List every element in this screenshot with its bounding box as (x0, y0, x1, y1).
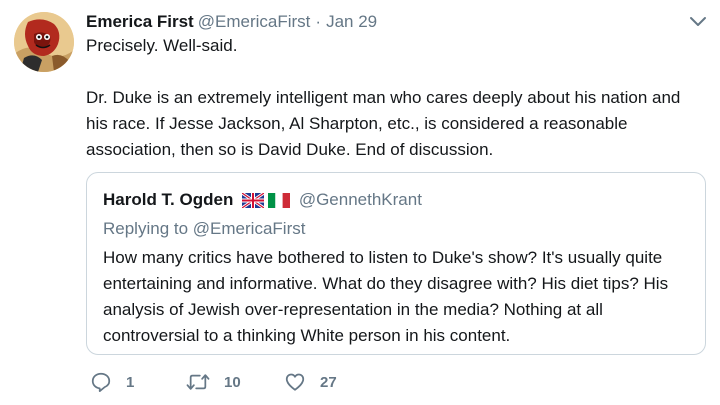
like-count: 27 (320, 373, 337, 391)
quoted-tweet-text: How many critics have bothered to listen… (103, 248, 669, 345)
tweet: Emerica First @EmericaFirst · Jan 29 Precis… (0, 0, 720, 405)
author-display-name[interactable]: Emerica First (86, 12, 194, 31)
quoted-display-name: Harold T. Ogden (103, 190, 234, 209)
replying-to-mention[interactable]: @EmericaFirst (193, 219, 306, 238)
chevron-down-icon[interactable] (688, 14, 708, 30)
retweet-icon (186, 374, 210, 390)
tweet-text-paragraph: Dr. Duke is an extremely intelligent man… (86, 88, 681, 159)
tweet-text-paragraph: Precisely. Well-said. (86, 36, 238, 55)
avatar[interactable] (14, 12, 74, 72)
tweet-date[interactable]: Jan 29 (326, 12, 377, 31)
heart-icon (285, 373, 305, 391)
like-button[interactable]: 27 (284, 370, 337, 394)
retweet-button[interactable]: 10 (186, 370, 241, 394)
italy-flag-icon (268, 193, 291, 208)
quoted-tweet[interactable]: Harold T. Ogden @GennethKrant Replying t… (86, 172, 706, 355)
quoted-handle: @GennethKrant (298, 190, 422, 209)
reply-count: 1 (126, 373, 135, 391)
tweet-text: Precisely. Well-said. Dr. Duke is an ext… (86, 33, 701, 163)
uk-flag-icon (242, 193, 265, 208)
reply-button[interactable]: 1 (90, 370, 134, 394)
reply-icon (91, 372, 111, 393)
replying-to: Replying to @EmericaFirst (103, 218, 305, 240)
separator-dot: · (315, 12, 322, 31)
retweet-count: 10 (224, 373, 241, 391)
quoted-tweet-header: Harold T. Ogden @GennethKrant (103, 189, 422, 211)
tweet-header: Emerica First @EmericaFirst · Jan 29 (86, 12, 377, 32)
author-handle[interactable]: @EmericaFirst (198, 12, 311, 31)
replying-to-label: Replying to (103, 219, 189, 238)
avatar-image (14, 12, 74, 72)
